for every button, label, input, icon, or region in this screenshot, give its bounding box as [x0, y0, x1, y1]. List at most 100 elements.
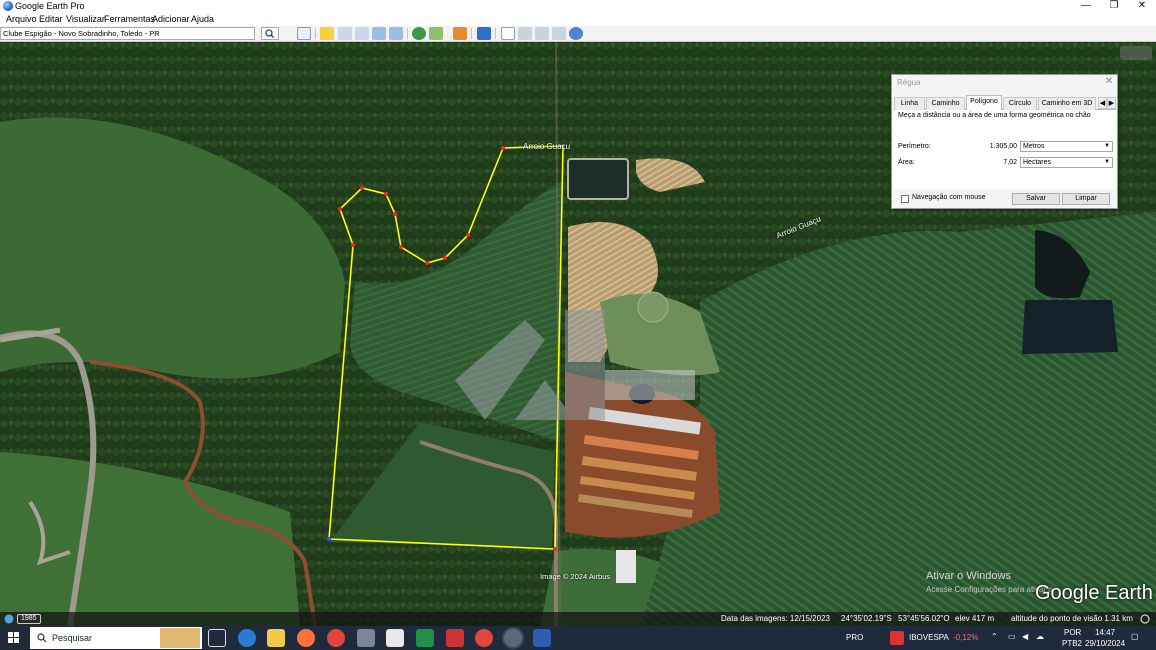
- taskbar-search[interactable]: Pesquisar: [30, 627, 202, 649]
- chevron-up-icon[interactable]: ⌃: [991, 632, 998, 641]
- stream-label-top: Arroio Guaçu: [523, 142, 571, 151]
- firefox-icon[interactable]: [297, 629, 315, 647]
- google-earth-taskbar-icon[interactable]: [504, 629, 522, 647]
- tab-poligono[interactable]: Polígono: [966, 95, 1002, 111]
- keyboard-layout[interactable]: PTB2: [1062, 639, 1082, 648]
- ruler-title: Régua: [897, 78, 921, 87]
- sunlight-icon[interactable]: [429, 27, 443, 40]
- ruler-icon[interactable]: [477, 27, 491, 40]
- mouse-navigation-label: Navegação com mouse: [912, 194, 986, 201]
- ruler-footer: Navegação com mouse Salvar Limpar: [893, 191, 1116, 207]
- ruler-dialog: Régua ✕ Linha Caminho Polígono Círculo C…: [891, 74, 1118, 209]
- word-icon[interactable]: [533, 629, 551, 647]
- menu-arquivo[interactable]: Arquivo: [6, 13, 37, 26]
- chrome-icon[interactable]: [327, 629, 345, 647]
- status-bar: 1985 Data das imagens: 12/15/2023 24°35'…: [0, 612, 1156, 626]
- taskbar-search-placeholder: Pesquisar: [52, 633, 93, 643]
- speaker-icon[interactable]: ◀: [1022, 632, 1028, 641]
- clock-time[interactable]: 14:47: [1095, 628, 1115, 637]
- clock-date[interactable]: 29/10/2024: [1085, 639, 1125, 648]
- network-icon[interactable]: ▭: [1008, 632, 1016, 641]
- imagery-credit: Image © 2024 Airbus: [540, 572, 611, 581]
- placemark-icon[interactable]: [320, 27, 334, 40]
- ticker-name[interactable]: IBOVESPA: [909, 633, 949, 642]
- sidebar-toggle-icon[interactable]: [297, 27, 311, 40]
- tab-caminho-3d[interactable]: Caminho em 3D: [1038, 97, 1096, 110]
- image-overlay-icon[interactable]: [372, 27, 386, 40]
- chevron-down-icon: ▼: [1104, 159, 1110, 165]
- print-icon[interactable]: [518, 27, 532, 40]
- perimeter-unit: Metros: [1023, 143, 1045, 150]
- eye-altitude: altitude do ponto de visão 1.31 km: [1011, 614, 1133, 623]
- search-highlight-image-icon: [160, 628, 200, 648]
- tab-caminho[interactable]: Caminho: [926, 97, 965, 110]
- app-icon-3[interactable]: [446, 629, 464, 647]
- title-bar: Google Earth Pro — ❐ ✕: [0, 0, 1156, 13]
- view-in-maps-icon[interactable]: [552, 27, 566, 40]
- activate-windows-title: Ativar o Windows: [926, 570, 1011, 582]
- menu-editar[interactable]: Editar: [39, 13, 63, 26]
- menu-ajuda[interactable]: Ajuda: [191, 13, 214, 26]
- navigation-controls-icon[interactable]: [1118, 44, 1154, 64]
- area-unit-select[interactable]: Hectares ▼: [1020, 157, 1113, 168]
- mouse-navigation-checkbox[interactable]: [901, 195, 909, 203]
- historical-imagery-clock-icon[interactable]: [4, 614, 14, 624]
- search-icon: [37, 633, 47, 643]
- polygon-icon[interactable]: [338, 27, 352, 40]
- ticker-change: -0,12%: [953, 633, 979, 642]
- restore-button[interactable]: ❐: [1100, 0, 1128, 13]
- record-tour-icon[interactable]: [389, 27, 403, 40]
- perimeter-unit-select[interactable]: Metros ▼: [1020, 141, 1113, 152]
- search-button[interactable]: [261, 27, 279, 40]
- planets-icon[interactable]: [453, 27, 467, 40]
- tab-linha[interactable]: Linha: [894, 97, 925, 110]
- minimize-button[interactable]: —: [1072, 0, 1100, 13]
- menu-visualizar[interactable]: Visualizar: [66, 13, 105, 26]
- onedrive-icon[interactable]: ☁: [1036, 632, 1044, 641]
- keyboard-language[interactable]: POR: [1064, 628, 1081, 637]
- language-indicator[interactable]: PRO: [846, 633, 863, 642]
- save-image-icon[interactable]: [535, 27, 549, 40]
- file-explorer-icon[interactable]: [267, 629, 285, 647]
- area-label: Área:: [898, 159, 915, 166]
- watermark-logo: [455, 310, 695, 420]
- clear-button[interactable]: Limpar: [1062, 193, 1110, 205]
- close-button[interactable]: ✕: [1128, 0, 1156, 13]
- tab-scroll-left-icon[interactable]: ◀: [1098, 97, 1107, 109]
- year-badge[interactable]: 1985: [17, 614, 41, 624]
- task-view-icon[interactable]: [208, 629, 226, 647]
- email-icon[interactable]: [501, 27, 515, 40]
- save-button[interactable]: Salvar: [1012, 193, 1060, 205]
- perimeter-value: 1.305,00: [989, 143, 1017, 150]
- tab-circulo[interactable]: Círculo: [1003, 97, 1037, 110]
- menu-ferramentas[interactable]: Ferramentas: [104, 13, 155, 26]
- earth-gallery-icon[interactable]: [569, 27, 583, 40]
- toolbar: [0, 26, 1156, 42]
- app-icon-2[interactable]: [386, 629, 404, 647]
- app-icon-1[interactable]: [357, 629, 375, 647]
- window-title: Google Earth Pro: [15, 1, 85, 11]
- ruler-body: Meça a distância ou a área de uma forma …: [893, 110, 1116, 189]
- ruler-description: Meça a distância ou a área de uma forma …: [898, 112, 1091, 119]
- historical-imagery-icon[interactable]: [412, 27, 426, 40]
- ruler-close-icon[interactable]: ✕: [1105, 76, 1113, 87]
- chevron-down-icon: ▼: [1104, 143, 1110, 149]
- chrome-profile-icon[interactable]: [475, 629, 493, 647]
- path-icon[interactable]: [355, 27, 369, 40]
- excel-icon[interactable]: [416, 629, 434, 647]
- edge-icon[interactable]: [238, 629, 256, 647]
- area-value: 7,02: [1003, 159, 1017, 166]
- tab-scroll-right-icon[interactable]: ▶: [1107, 97, 1116, 109]
- windows-start-icon[interactable]: [8, 632, 20, 644]
- menu-bar: Arquivo Editar Visualizar Ferramentas Ad…: [0, 13, 1156, 26]
- imagery-date: Data das imagens: 12/15/2023: [721, 614, 830, 623]
- windows-taskbar: Pesquisar PRO IBOVESPA -0,12% ⌃ ▭ ◀ ☁ PO…: [0, 626, 1156, 650]
- notification-icon[interactable]: ▢: [1131, 632, 1139, 641]
- google-earth-logo: Google Earth: [1035, 582, 1153, 604]
- elevation: elev 417 m: [955, 614, 995, 623]
- menu-adicionar[interactable]: Adicionar: [152, 13, 190, 26]
- google-earth-app-icon: [3, 1, 13, 11]
- longitude: 53°45'56.02"O: [898, 614, 950, 623]
- search-input[interactable]: [0, 27, 255, 40]
- activate-windows-subtitle: Acesse Configurações para ativar o: [926, 585, 1053, 594]
